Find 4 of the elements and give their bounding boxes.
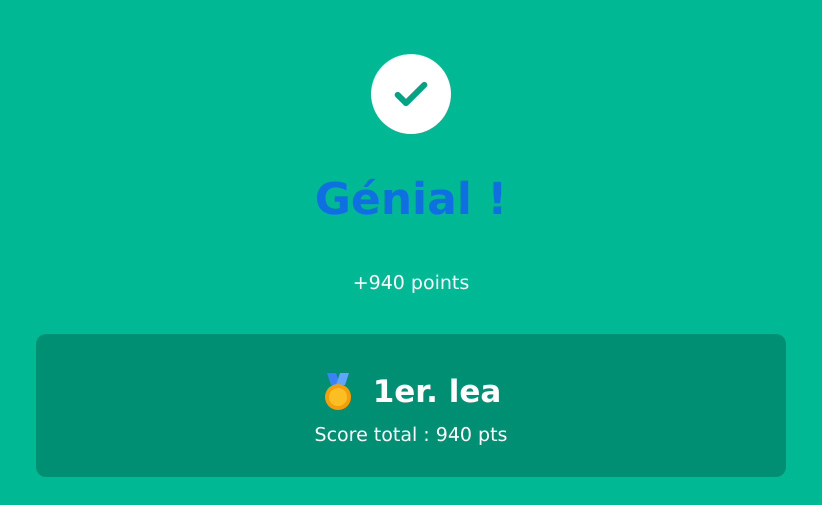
total-score: Score total : 940 pts xyxy=(314,423,508,448)
rank-name: 1er. lea xyxy=(372,373,502,412)
title: Génial ! xyxy=(314,173,508,227)
points-text: +940 points xyxy=(352,271,470,296)
